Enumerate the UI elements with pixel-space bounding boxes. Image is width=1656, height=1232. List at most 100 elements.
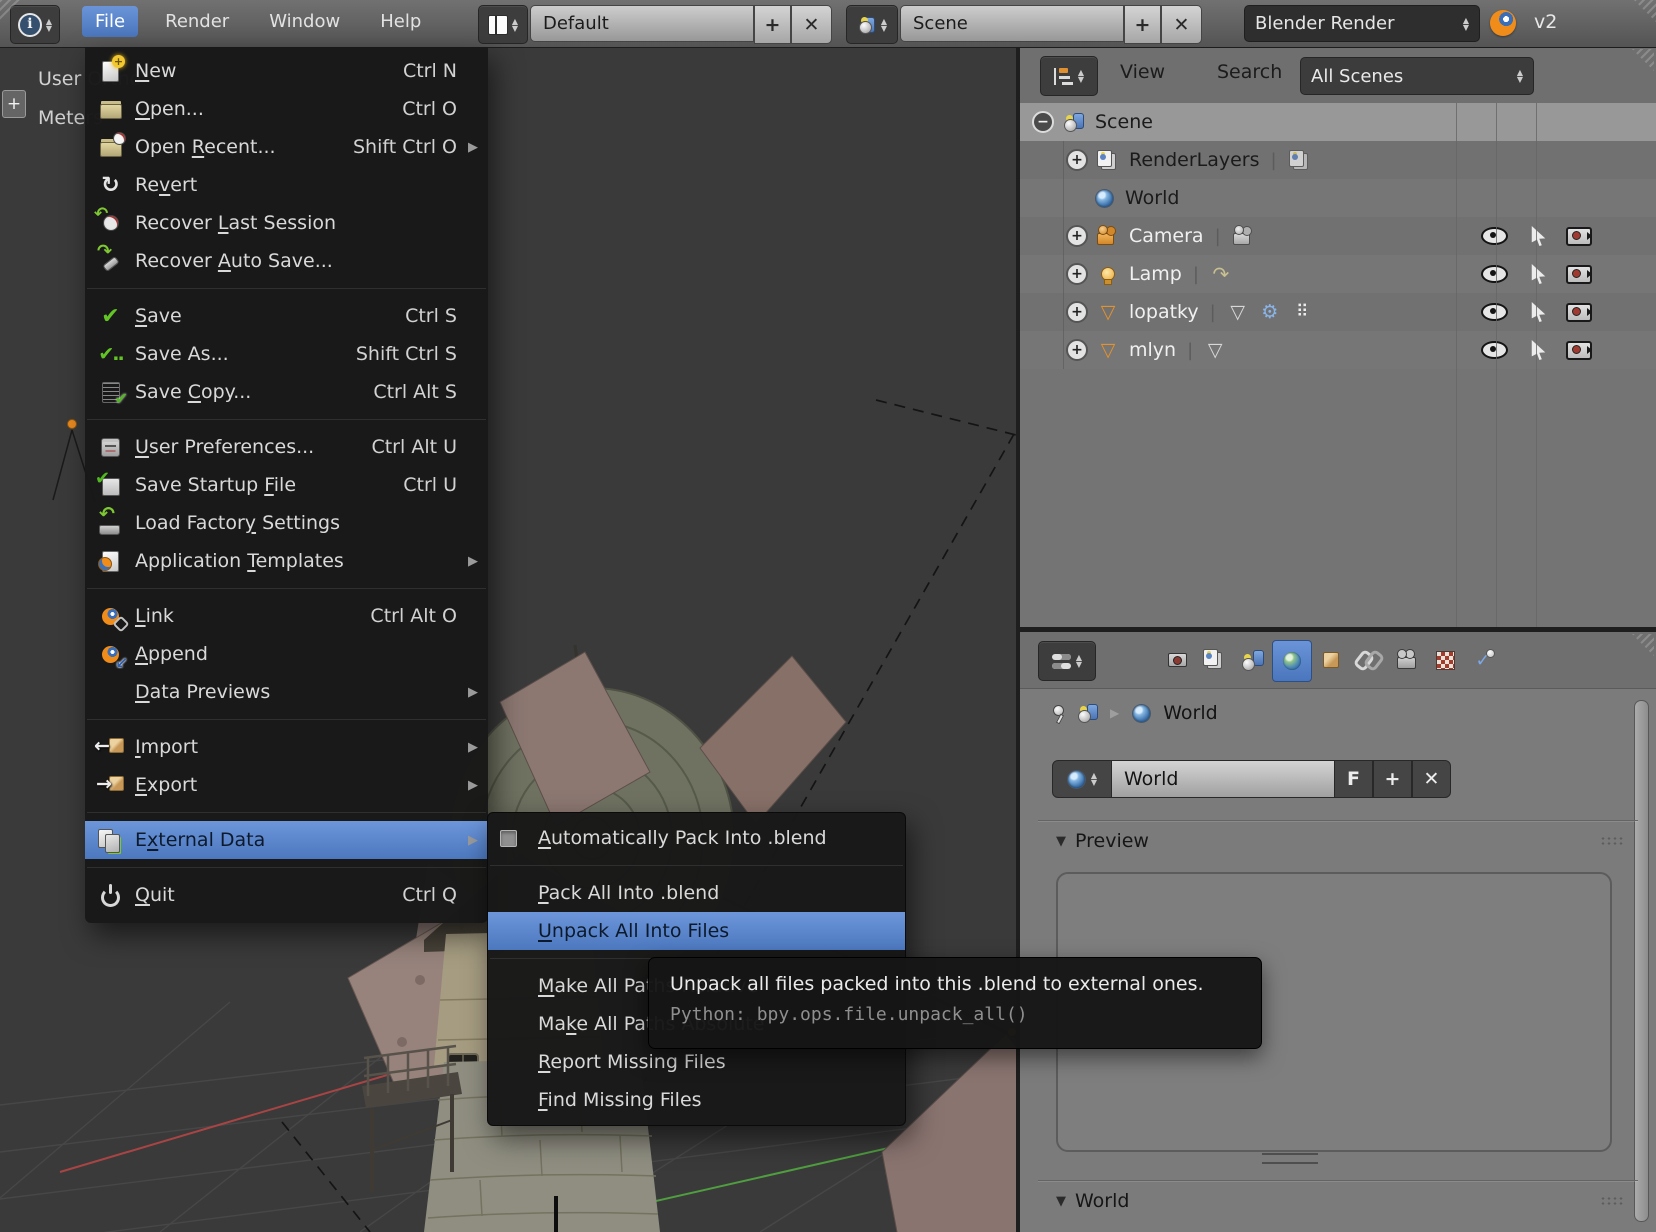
menu-item-recover-auto-save[interactable]: Recover Auto Save...	[85, 242, 488, 280]
panel-separator	[1038, 1180, 1638, 1181]
properties-scrollbar[interactable]	[1634, 700, 1649, 1222]
expander-plus-icon[interactable]: +	[1066, 339, 1088, 361]
outliner-search-menu[interactable]: Search	[1217, 61, 1282, 83]
menu-item-unpack-all[interactable]: Unpack All Into Files	[488, 912, 905, 950]
screen-layout-name-field[interactable]: Default	[530, 5, 754, 42]
menu-item-open-recent[interactable]: Open Recent...Shift Ctrl O▶	[85, 128, 488, 166]
menu-item-external-data[interactable]: External Data▶	[85, 821, 488, 859]
menu-render[interactable]: Render	[152, 6, 242, 37]
selectability-toggle[interactable]	[1531, 331, 1546, 369]
menu-item-link[interactable]: LinkCtrl Alt O	[85, 597, 488, 635]
area-corner-grip[interactable]	[1632, 634, 1654, 656]
menu-item-save-as[interactable]: ✔..Save As...Shift Ctrl S	[85, 335, 488, 373]
datablock-arrows-icon: ▲▼	[1091, 772, 1097, 786]
menu-item-export[interactable]: Export▶	[85, 766, 488, 804]
datablock-browse-button[interactable]: ▲▼	[1052, 760, 1112, 798]
expander-plus-icon[interactable]: +	[1066, 225, 1088, 247]
world-panel-header[interactable]: ▼ World	[1056, 1190, 1129, 1212]
tab-object[interactable]	[1312, 640, 1350, 680]
tab-scene[interactable]	[1234, 640, 1272, 680]
plus-icon: +	[1135, 14, 1151, 36]
menu-item-pack-all[interactable]: Pack All Into .blend	[488, 874, 905, 912]
panel-drag-grip-icon[interactable]	[1600, 1196, 1624, 1206]
expander-plus-icon[interactable]: +	[1066, 301, 1088, 323]
window-corner-grip[interactable]	[1634, 0, 1656, 22]
visibility-toggle[interactable]	[1481, 331, 1508, 369]
menu-item-open[interactable]: Open...Ctrl O	[85, 90, 488, 128]
delete-layout-button[interactable]: ✕	[791, 5, 832, 44]
scene-browse-button[interactable]: ▲▼	[846, 5, 898, 44]
unlink-datablock-button[interactable]: ✕	[1412, 760, 1451, 798]
tab-physics[interactable]	[1464, 640, 1502, 680]
datablock-name-field[interactable]: World	[1112, 760, 1334, 798]
menu-item-import[interactable]: Import▶	[85, 728, 488, 766]
menu-help[interactable]: Help	[367, 6, 434, 37]
tab-texture[interactable]	[1426, 640, 1464, 680]
visibility-toggle[interactable]	[1481, 293, 1508, 331]
display-filter-dropdown[interactable]: All Scenes ▲▼	[1300, 57, 1534, 95]
menu-item-user-preferences[interactable]: User Preferences...Ctrl Alt U	[85, 428, 488, 466]
outliner-row-Scene[interactable]: −Scene	[1020, 103, 1656, 141]
editor-type-selector[interactable]: ▲▼	[1038, 641, 1096, 681]
visibility-toggle[interactable]	[1481, 255, 1508, 293]
menu-item-quit[interactable]: QuitCtrl Q	[85, 876, 488, 914]
outliner-row-lopatky[interactable]: +▽lopatky|▽⚙⠿	[1020, 293, 1656, 331]
editor-type-selector[interactable]: i ▲▼	[10, 5, 60, 44]
render-toggle[interactable]	[1566, 293, 1592, 331]
menu-item-load-factory-settings[interactable]: Load Factory Settings	[85, 504, 488, 542]
add-layout-button[interactable]: +	[754, 5, 791, 44]
tab-render[interactable]	[1158, 640, 1196, 680]
menu-item-find-missing-files[interactable]: Find Missing Files	[488, 1081, 905, 1119]
panel-drag-grip-icon[interactable]	[1600, 836, 1624, 846]
view-menu-label: View	[1120, 61, 1165, 83]
toolshelf-open-button[interactable]: +	[2, 90, 26, 118]
menu-item-application-templates[interactable]: Application Templates▶	[85, 542, 488, 580]
menu-item-save-startup-file[interactable]: Save Startup FileCtrl U	[85, 466, 488, 504]
scene-name-field[interactable]: Scene	[900, 5, 1124, 42]
render-toggle[interactable]	[1566, 217, 1592, 255]
menu-item-data-previews[interactable]: Data Previews▶	[85, 673, 488, 711]
menu-item-save-copy[interactable]: Save Copy...Ctrl Alt S	[85, 373, 488, 411]
fake-user-button[interactable]: F	[1334, 760, 1373, 798]
user-preferences-icon	[97, 436, 124, 459]
menu-file[interactable]: File	[82, 6, 138, 37]
outliner-view-menu[interactable]: View	[1120, 61, 1165, 83]
expander-plus-icon[interactable]: +	[1066, 149, 1088, 171]
selectability-toggle[interactable]	[1531, 217, 1546, 255]
horizontal-splitter[interactable]	[1016, 627, 1656, 632]
menu-item-save[interactable]: ✔SaveCtrl S	[85, 297, 488, 335]
delete-scene-button[interactable]: ✕	[1161, 5, 1202, 44]
outliner-row-Camera[interactable]: +Camera|	[1020, 217, 1656, 255]
tab-constraints[interactable]	[1350, 640, 1388, 680]
expander-minus-icon[interactable]: −	[1032, 111, 1054, 133]
tab-render-layers[interactable]	[1196, 640, 1234, 680]
vertical-splitter[interactable]	[1016, 47, 1020, 1232]
area-corner-grip[interactable]	[1632, 49, 1654, 71]
outliner-row-mlyn[interactable]: +▽mlyn|▽	[1020, 331, 1656, 369]
menu-window[interactable]: Window	[256, 6, 353, 37]
render-toggle[interactable]	[1566, 255, 1592, 293]
selectability-toggle[interactable]	[1531, 293, 1546, 331]
menu-item-append[interactable]: Append	[85, 635, 488, 673]
panel-resize-handle[interactable]	[1262, 1153, 1318, 1164]
outliner-row-RenderLayers[interactable]: +RenderLayers|	[1020, 141, 1656, 179]
screen-layout-browse-button[interactable]: ▲▼	[478, 5, 528, 44]
menu-item-recover-last-session[interactable]: Recover Last Session	[85, 204, 488, 242]
new-datablock-button[interactable]: +	[1373, 760, 1412, 798]
menu-item-revert[interactable]: ↻Revert	[85, 166, 488, 204]
expander-plus-icon[interactable]: +	[1066, 263, 1088, 285]
menu-item-new[interactable]: NewCtrl N	[85, 52, 488, 90]
outliner-row-Lamp[interactable]: +Lamp|↷	[1020, 255, 1656, 293]
visibility-toggle[interactable]	[1481, 217, 1508, 255]
preview-panel-header[interactable]: ▼ Preview	[1056, 830, 1149, 852]
render-engine-dropdown[interactable]: Blender Render ▲▼	[1244, 5, 1480, 42]
tab-world[interactable]	[1272, 640, 1312, 682]
tab-object-data[interactable]	[1388, 640, 1426, 680]
outliner-row-World[interactable]: World	[1020, 179, 1656, 217]
pin-icon[interactable]	[1050, 705, 1066, 721]
menu-item-automatically-pack[interactable]: Automatically Pack Into .blend	[488, 819, 905, 857]
render-toggle[interactable]	[1566, 331, 1592, 369]
selectability-toggle[interactable]	[1531, 255, 1546, 293]
editor-type-selector[interactable]: ▲▼	[1040, 56, 1098, 96]
add-scene-button[interactable]: +	[1124, 5, 1161, 44]
